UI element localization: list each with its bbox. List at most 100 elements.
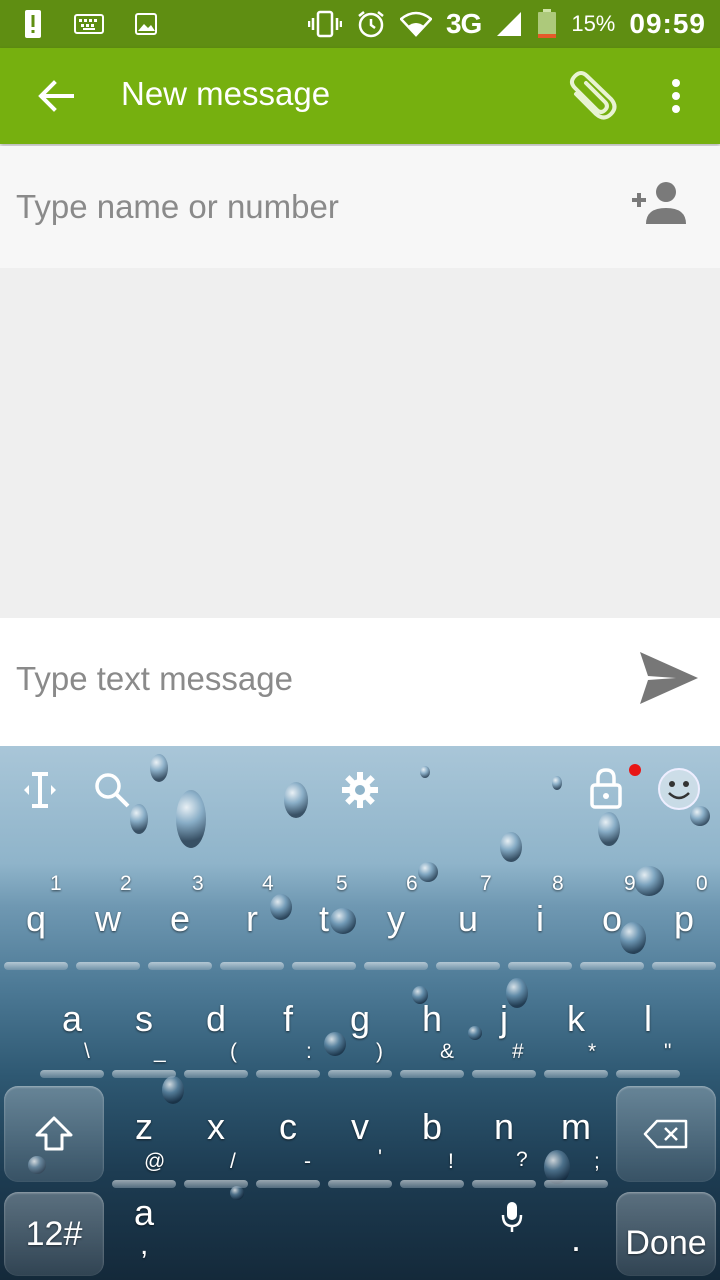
key-u[interactable]: 7 u <box>434 866 502 972</box>
key-comma[interactable]: a , <box>110 1192 178 1276</box>
backspace-icon <box>643 1119 688 1149</box>
recipient-row <box>0 146 720 268</box>
done-key-label: Done <box>625 1223 707 1262</box>
recipient-input[interactable] <box>16 184 596 230</box>
key-hint: \ <box>84 1040 90 1063</box>
key-hint: 9 <box>624 872 636 895</box>
key-bar <box>508 962 572 970</box>
key-label: d <box>205 998 227 1039</box>
key-x[interactable]: x / <box>182 1104 250 1188</box>
key-hint: 0 <box>696 872 708 895</box>
key-label: j <box>500 998 508 1039</box>
attach-button[interactable] <box>560 70 624 122</box>
key-bar <box>292 962 356 970</box>
clock-time: 09:59 <box>629 8 706 39</box>
key-q[interactable]: 1 q <box>2 866 70 972</box>
key-label: x <box>207 1106 225 1147</box>
key-bar <box>4 962 68 970</box>
key-label: z <box>135 1106 153 1147</box>
wifi-icon <box>399 11 432 37</box>
space-key[interactable] <box>182 1192 542 1276</box>
composer <box>0 618 720 746</box>
backspace-key[interactable] <box>616 1086 716 1182</box>
key-hint: ; <box>594 1150 600 1173</box>
vibrate-icon <box>307 10 342 38</box>
key-bar <box>220 962 284 970</box>
keyboard-search-button[interactable] <box>90 768 134 812</box>
key-hint: _ <box>154 1040 166 1063</box>
add-contact-button[interactable] <box>628 178 688 233</box>
alarm-icon <box>356 9 386 39</box>
overflow-menu-icon <box>672 79 680 113</box>
status-bar-right: 3G 15% 09:59 <box>307 8 706 40</box>
attachment-icon <box>570 71 617 120</box>
back-button[interactable] <box>28 72 84 120</box>
key-label: v <box>351 1106 369 1147</box>
key-t[interactable]: 5 t <box>290 866 358 972</box>
key-o[interactable]: 9 o <box>578 866 646 972</box>
message-input[interactable] <box>16 656 606 702</box>
key-h[interactable]: h & <box>398 994 466 1080</box>
key-hint: - <box>304 1150 311 1173</box>
key-g[interactable]: g ) <box>326 994 394 1080</box>
overflow-menu-button[interactable] <box>652 72 700 120</box>
key-label: b <box>421 1106 443 1147</box>
key-j[interactable]: j # <box>470 994 538 1080</box>
key-z[interactable]: z @ <box>110 1104 178 1188</box>
done-key[interactable]: Done <box>616 1192 716 1276</box>
app-bar: New message <box>0 48 720 144</box>
key-label: i <box>536 898 544 939</box>
add-contact-icon <box>632 182 686 224</box>
key-hint: ? <box>516 1148 528 1171</box>
search-icon <box>95 773 130 808</box>
shift-key[interactable] <box>4 1086 104 1182</box>
key-label: w <box>95 898 121 939</box>
key-b[interactable]: b ! <box>398 1104 466 1188</box>
key-bar <box>544 1180 608 1188</box>
key-v[interactable]: v ' <box>326 1104 394 1188</box>
battery-percent: 15% <box>571 11 616 36</box>
send-button[interactable] <box>632 642 704 714</box>
key-l[interactable]: l " <box>614 994 682 1080</box>
key-hint: 7 <box>480 872 492 895</box>
emoji-button[interactable] <box>654 766 704 812</box>
key-hint: : <box>306 1040 312 1063</box>
key-bar <box>112 1070 176 1078</box>
key-m[interactable]: m ; <box>542 1104 610 1188</box>
key-p[interactable]: 0 p <box>650 866 718 972</box>
key-hint: @ <box>144 1150 166 1173</box>
voice-input-key[interactable] <box>490 1200 534 1244</box>
key-bar <box>400 1070 464 1078</box>
symbols-key[interactable]: 12# <box>4 1192 104 1276</box>
message-thread-area <box>0 268 720 618</box>
key-c[interactable]: c - <box>254 1104 322 1188</box>
key-label: u <box>457 898 479 939</box>
key-bar <box>472 1180 536 1188</box>
key-w[interactable]: 2 w <box>74 866 142 972</box>
key-f[interactable]: f : <box>254 994 322 1080</box>
key-s[interactable]: s _ <box>110 994 178 1080</box>
key-k[interactable]: k * <box>542 994 610 1080</box>
notification-dot <box>629 764 641 776</box>
key-r[interactable]: 4 r <box>218 866 286 972</box>
key-hint: ( <box>230 1040 237 1063</box>
keyboard-settings-button[interactable] <box>338 768 382 812</box>
key-bar <box>472 1070 536 1078</box>
key-period[interactable]: . <box>542 1192 610 1276</box>
keyboard-lock-button[interactable] <box>584 766 628 810</box>
key-e[interactable]: 3 e <box>146 866 214 972</box>
key-i[interactable]: 8 i <box>506 866 574 972</box>
key-a[interactable]: a \ <box>38 994 106 1080</box>
network-type: 3G <box>445 8 482 39</box>
key-label: p <box>673 898 695 939</box>
key-bar <box>112 1180 176 1188</box>
key-d[interactable]: d ( <box>182 994 250 1080</box>
key-hint: ) <box>376 1040 383 1063</box>
key-n[interactable]: n ? <box>470 1104 538 1188</box>
status-bar: 3G 15% 09:59 <box>0 0 720 48</box>
key-y[interactable]: 6 y <box>362 866 430 972</box>
key-hint: , <box>140 1228 149 1261</box>
key-label: g <box>349 998 371 1039</box>
text-cursor-button[interactable] <box>18 768 62 812</box>
key-label: e <box>169 898 191 939</box>
